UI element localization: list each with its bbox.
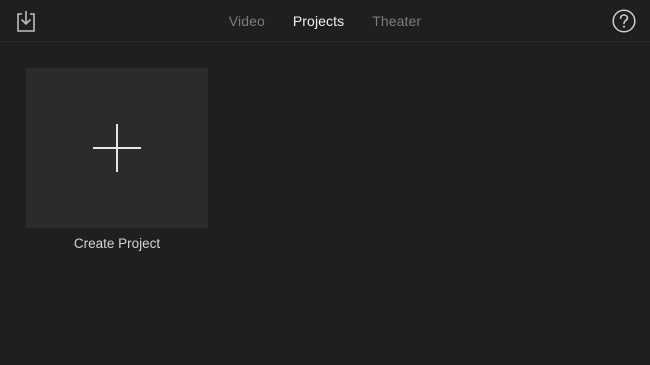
import-button[interactable] bbox=[14, 9, 38, 33]
tab-bar: Video Projects Theater bbox=[0, 0, 650, 42]
create-project-label[interactable]: Create Project bbox=[26, 236, 208, 251]
create-project-tile[interactable] bbox=[26, 68, 208, 228]
import-icon bbox=[17, 11, 35, 32]
plus-icon bbox=[93, 124, 141, 172]
help-button[interactable] bbox=[612, 9, 636, 33]
tab-theater[interactable]: Theater bbox=[358, 13, 435, 29]
tab-projects[interactable]: Projects bbox=[279, 13, 358, 29]
top-bar: Video Projects Theater bbox=[0, 0, 650, 42]
help-icon bbox=[612, 9, 636, 33]
app-window: Video Projects Theater Create Project bbox=[0, 0, 650, 365]
tab-video[interactable]: Video bbox=[215, 13, 279, 29]
